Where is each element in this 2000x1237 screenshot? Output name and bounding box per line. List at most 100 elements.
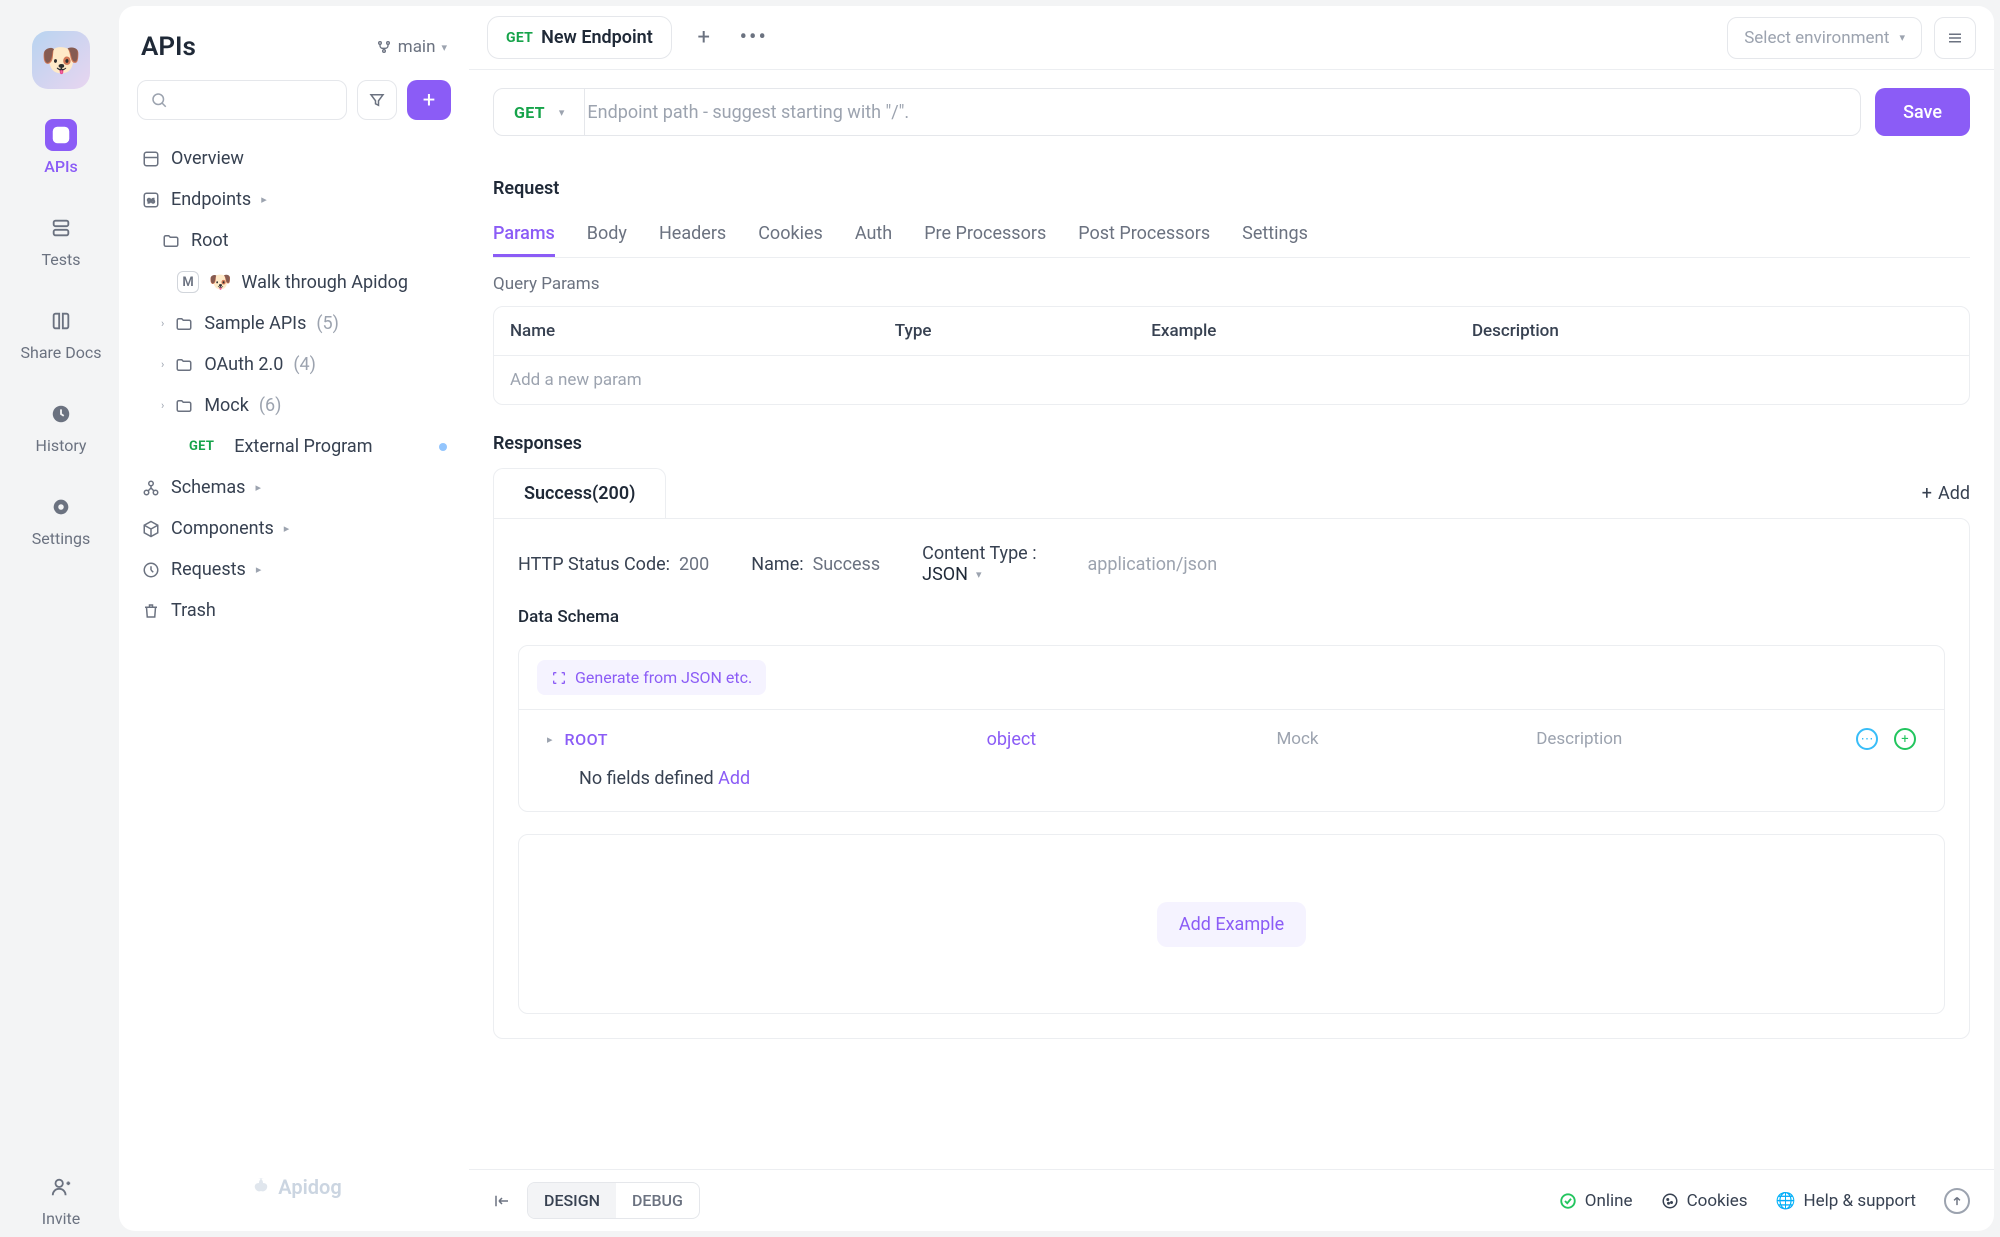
help-button[interactable]: 🌐 Help & support — [1776, 1191, 1916, 1211]
tree-overview[interactable]: Overview — [131, 138, 457, 179]
chevron-right-icon: › — [161, 358, 164, 371]
method-badge: GET — [506, 30, 533, 46]
filter-button[interactable] — [357, 80, 397, 120]
method-label: GET — [514, 103, 545, 122]
environment-selector[interactable]: Select environment ▾ — [1727, 17, 1922, 59]
tab-headers[interactable]: Headers — [659, 213, 726, 257]
tab-more-button[interactable]: ••• — [736, 20, 772, 56]
responses-title: Responses — [493, 433, 1970, 454]
tree-endpoints[interactable]: 96 Endpoints ▸ — [131, 179, 457, 220]
tab-params[interactable]: Params — [493, 213, 555, 257]
plus-icon: + — [1922, 483, 1932, 504]
env-placeholder: Select environment — [1744, 28, 1889, 48]
tree-schemas[interactable]: Schemas ▸ — [131, 467, 457, 508]
response-tab-success[interactable]: Success(200) — [493, 468, 666, 518]
menu-button[interactable] — [1934, 17, 1976, 59]
tree-count: (4) — [293, 354, 316, 375]
chevron-icon: ▸ — [261, 193, 267, 206]
tree-count: (5) — [316, 313, 339, 334]
response-body: HTTP Status Code: 200 Name: Success Cont… — [493, 518, 1970, 1039]
schema-more-button[interactable]: ⋯ — [1856, 728, 1878, 750]
no-fields-row: No fields defined Add — [519, 768, 1944, 811]
rail-item-settings[interactable]: Settings — [3, 485, 119, 554]
tree-label: Mock — [204, 395, 249, 416]
upload-button[interactable] — [1944, 1188, 1970, 1214]
endpoint-path-input[interactable]: Endpoint path - suggest starting with "/… — [571, 88, 1861, 136]
rail-label: History — [36, 436, 87, 455]
schema-root-row[interactable]: ▸ ROOT object Mock Description ⋯ + — [519, 710, 1944, 768]
mock-label[interactable]: Mock — [1276, 729, 1516, 749]
emoji-icon: 🐶 — [209, 272, 231, 293]
debug-mode-button[interactable]: DEBUG — [616, 1183, 699, 1218]
rail-item-sharedocs[interactable]: Share Docs — [3, 299, 119, 368]
new-tab-button[interactable]: + — [686, 20, 722, 56]
tab-settings[interactable]: Settings — [1242, 213, 1308, 257]
save-button[interactable]: Save — [1875, 88, 1970, 136]
collapse-sidebar-button[interactable] — [493, 1192, 511, 1210]
add-field-link[interactable]: Add — [718, 768, 750, 789]
rail-label: Share Docs — [21, 343, 102, 362]
globe-icon: 🌐 — [1776, 1191, 1796, 1210]
design-mode-button[interactable]: DESIGN — [528, 1183, 616, 1218]
rail-item-invite[interactable]: Invite — [3, 1165, 119, 1234]
add-example-button[interactable]: Add Example — [1157, 902, 1306, 947]
tree-sample-apis[interactable]: › Sample APIs (5) — [131, 303, 457, 344]
tab-title: New Endpoint — [541, 27, 653, 48]
type-label[interactable]: object — [987, 729, 1257, 750]
name-value[interactable]: Success — [813, 554, 881, 575]
schema-add-button[interactable]: + — [1894, 728, 1916, 750]
tab-body[interactable]: Body — [587, 213, 627, 257]
responses-section: Responses Success(200) + Add HTTP Status… — [493, 433, 1970, 1039]
tab-new-endpoint[interactable]: GET New Endpoint — [487, 16, 672, 59]
chevron-down-icon: ▾ — [976, 568, 982, 581]
add-param-row[interactable]: Add a new param — [494, 355, 1969, 404]
col-type: Type — [879, 307, 1136, 355]
components-icon — [141, 520, 161, 538]
tree-root[interactable]: Root — [131, 220, 457, 261]
branch-selector[interactable]: main ▾ — [376, 37, 447, 57]
search-input[interactable] — [137, 80, 347, 120]
online-status[interactable]: Online — [1559, 1191, 1633, 1211]
url-row: GET ▾ Endpoint path - suggest starting w… — [469, 70, 1994, 154]
workspace-avatar[interactable]: 🐶 — [32, 31, 90, 89]
tree-count: (6) — [259, 395, 282, 416]
cookie-icon — [1661, 1192, 1679, 1210]
col-example: Example — [1135, 307, 1456, 355]
status-value[interactable]: 200 — [679, 554, 709, 575]
rail-item-tests[interactable]: Tests — [3, 206, 119, 275]
upload-icon — [1950, 1194, 1964, 1208]
tab-preprocessors[interactable]: Pre Processors — [924, 213, 1046, 257]
tab-postprocessors[interactable]: Post Processors — [1078, 213, 1210, 257]
footer: DESIGN DEBUG Online Cookies 🌐 Help & sup… — [469, 1169, 1994, 1231]
tree-components[interactable]: Components ▸ — [131, 508, 457, 549]
tab-cookies[interactable]: Cookies — [758, 213, 823, 257]
generate-from-json-button[interactable]: Generate from JSON etc. — [537, 660, 766, 695]
description-label[interactable]: Description — [1536, 729, 1836, 749]
tree-label: Walk through Apidog — [241, 272, 408, 293]
sidebar-tree: Overview 96 Endpoints ▸ Root M 🐶 Walk th… — [119, 134, 469, 635]
content-type-selector[interactable]: JSON ▾ — [922, 564, 1045, 585]
chevron-icon: ▸ — [256, 563, 262, 576]
tab-bar: GET New Endpoint + ••• Select environmen… — [469, 6, 1994, 70]
check-icon — [1559, 1192, 1577, 1210]
tree-external-program[interactable]: GET External Program — [131, 426, 457, 467]
folder-icon — [174, 315, 194, 333]
svg-text:96: 96 — [147, 197, 155, 205]
tree-trash[interactable]: Trash — [131, 590, 457, 631]
add-response-button[interactable]: + Add — [1922, 483, 1970, 504]
content-type-mime: application/json — [1088, 554, 1218, 575]
params-table: Name Type Example Description Add a new … — [493, 306, 1970, 405]
cookies-button[interactable]: Cookies — [1661, 1191, 1748, 1211]
schema-box: Generate from JSON etc. ▸ ROOT object Mo… — [518, 645, 1945, 812]
more-icon: ••• — [740, 25, 768, 50]
rail-item-history[interactable]: History — [3, 392, 119, 461]
rail-item-apis[interactable]: 96 APIs — [3, 113, 119, 182]
tree-oauth[interactable]: › OAuth 2.0 (4) — [131, 344, 457, 385]
tree-mock[interactable]: › Mock (6) — [131, 385, 457, 426]
chevron-icon: ▸ — [255, 481, 261, 494]
tab-auth[interactable]: Auth — [855, 213, 892, 257]
tree-walkthrough[interactable]: M 🐶 Walk through Apidog — [131, 261, 457, 303]
rail-label: Tests — [41, 250, 80, 269]
new-button[interactable]: + — [407, 80, 451, 120]
tree-requests[interactable]: Requests ▸ — [131, 549, 457, 590]
